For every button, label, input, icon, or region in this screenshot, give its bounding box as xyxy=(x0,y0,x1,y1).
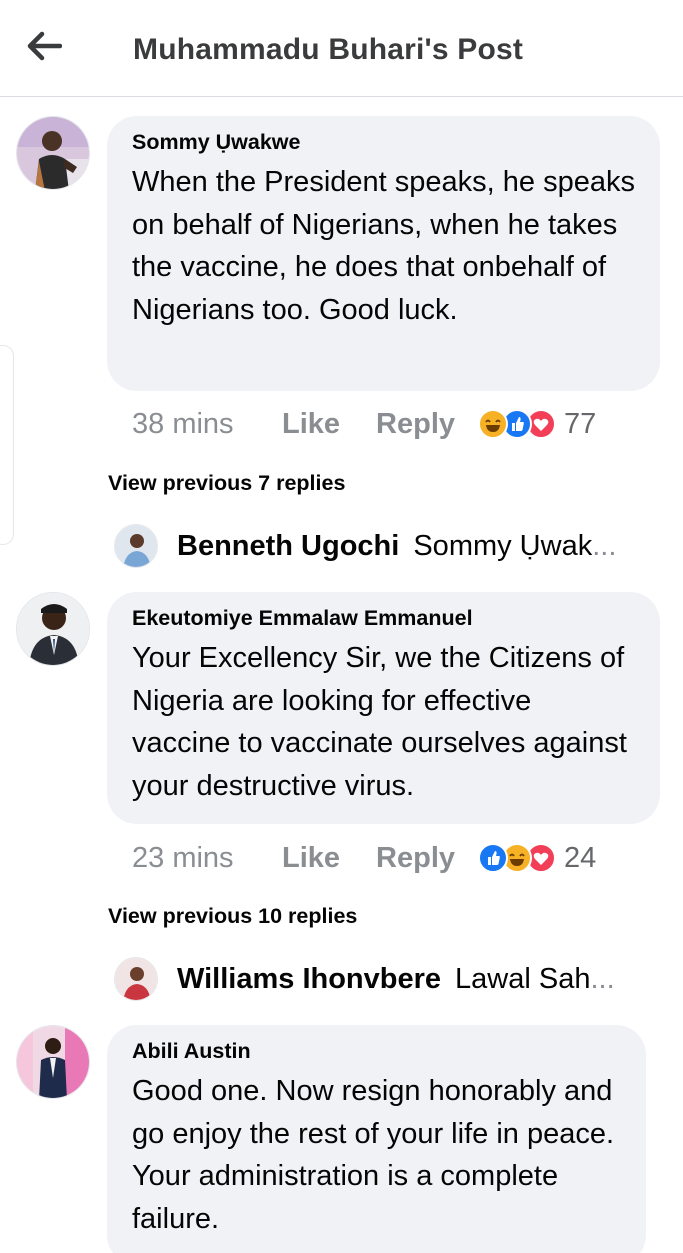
comment-text: Good one. Now resign honorably and go en… xyxy=(132,1075,615,1235)
latest-reply[interactable]: Williams Ihonvbere Lawal Sah ... xyxy=(114,955,674,1003)
like-button[interactable]: Like xyxy=(282,408,340,441)
comment-author[interactable]: Ekeutomiye Emmalaw Emmanuel xyxy=(132,606,636,631)
side-drawer-handle[interactable] xyxy=(0,345,14,545)
comment-timestamp[interactable]: 38 mins xyxy=(132,408,282,441)
avatar-photo xyxy=(17,1026,89,1098)
reaction-summary[interactable] xyxy=(478,409,557,439)
like-reaction-icon xyxy=(478,843,509,873)
like-button[interactable]: Like xyxy=(282,842,340,875)
top-bar: Muhammadu Buhari's Post xyxy=(0,0,683,97)
reply-avatar-photo xyxy=(115,525,157,567)
comment-bubble: Abili Austin Good one. Now resign honora… xyxy=(107,1025,646,1253)
reply-snippet: Lawal Sah xyxy=(455,962,591,995)
avatar-photo xyxy=(17,593,89,665)
page-title: Muhammadu Buhari's Post xyxy=(133,33,524,66)
reply-button[interactable]: Reply xyxy=(376,408,455,441)
reply-ellipsis: ... xyxy=(592,529,617,562)
comment-text: Your Excellency Sir, we the Citizens of … xyxy=(132,642,627,802)
reply-author[interactable]: Benneth Ugochi xyxy=(177,530,399,563)
reply-author[interactable]: Williams Ihonvbere xyxy=(177,963,441,996)
view-previous-replies[interactable]: View previous 10 replies xyxy=(108,904,357,929)
avatar-photo xyxy=(17,117,89,189)
avatar[interactable] xyxy=(16,1025,90,1099)
comment-author[interactable]: Abili Austin xyxy=(132,1039,622,1064)
avatar[interactable] xyxy=(16,116,90,190)
reply-avatar[interactable] xyxy=(114,524,158,568)
comment-timestamp[interactable]: 23 mins xyxy=(132,842,282,875)
comment-actions: 38 mins Like Reply 77 xyxy=(132,404,596,444)
reply-button[interactable]: Reply xyxy=(376,842,455,875)
reaction-count[interactable]: 77 xyxy=(564,408,596,441)
comment-text: When the President speaks, he speaks on … xyxy=(132,166,635,326)
reaction-summary[interactable] xyxy=(478,843,557,873)
comment-bubble: Ekeutomiye Emmalaw Emmanuel Your Excelle… xyxy=(107,592,660,824)
haha-reaction-icon xyxy=(478,409,509,439)
avatar[interactable] xyxy=(16,592,90,666)
back-button[interactable] xyxy=(22,26,66,66)
reaction-count[interactable]: 24 xyxy=(564,842,596,875)
comment-author[interactable]: Sommy Ụwakwe xyxy=(132,130,636,155)
arrow-left-icon xyxy=(27,31,62,61)
comment-bubble: Sommy Ụwakwe When the President speaks, … xyxy=(107,116,660,391)
view-previous-replies[interactable]: View previous 7 replies xyxy=(108,471,345,496)
reply-avatar[interactable] xyxy=(114,957,158,1001)
reply-snippet: Sommy Ụwak xyxy=(413,529,593,562)
comment-actions: 23 mins Like Reply 24 xyxy=(132,838,596,878)
reply-avatar-photo xyxy=(115,958,157,1000)
latest-reply[interactable]: Benneth Ugochi Sommy Ụwak ... xyxy=(114,522,674,570)
reply-ellipsis: ... xyxy=(590,962,615,995)
